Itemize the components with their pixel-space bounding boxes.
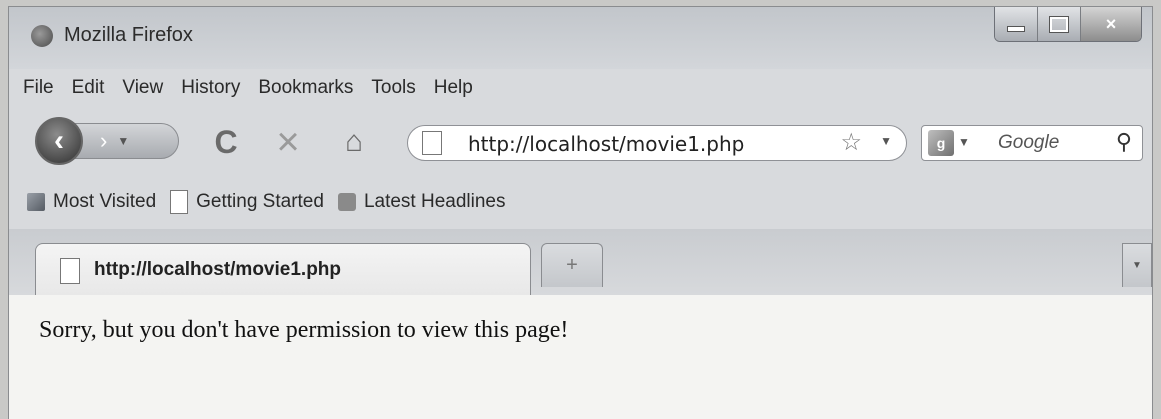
tab-title: http://localhost/movie1.php [94, 259, 342, 280]
search-icon[interactable]: ⚲ [1116, 129, 1132, 155]
maximize-icon [1049, 15, 1069, 33]
window-title: Mozilla Firefox [64, 24, 193, 46]
stop-icon: × [276, 119, 300, 164]
page-icon [60, 258, 80, 284]
bookmark-latest-headlines[interactable]: Latest Headlines [337, 191, 506, 213]
search-input[interactable]: Google [998, 132, 1059, 154]
home-icon: ⌂ [344, 125, 364, 158]
url-bar[interactable]: http://localhost/movie1.php ☆ ▼ [407, 125, 907, 161]
rss-feed-icon [337, 193, 356, 211]
most-visited-icon [27, 193, 45, 211]
menu-file[interactable]: File [23, 77, 54, 99]
url-input[interactable]: http://localhost/movie1.php [468, 132, 744, 156]
search-engine-dropdown-icon[interactable]: ▼ [958, 135, 970, 149]
menu-tools[interactable]: Tools [371, 77, 415, 99]
bookmark-label: Getting Started [196, 191, 324, 212]
menu-history[interactable]: History [181, 77, 240, 99]
chevron-down-icon: ▼ [1132, 260, 1142, 271]
page-content: Sorry, but you don't have permission to … [9, 295, 1152, 419]
home-button[interactable]: ⌂ [337, 125, 371, 159]
back-arrow-icon: ‹ [54, 124, 64, 157]
title-bar: Mozilla Firefox × [9, 7, 1152, 69]
plus-icon: + [566, 254, 578, 276]
bookmarks-toolbar: Most Visited Getting Started Latest Head… [9, 181, 1152, 223]
back-button[interactable]: ‹ [35, 117, 83, 165]
navigation-toolbar: › ▼ ‹ C × ⌂ http://localhost/movie1.php … [9, 107, 1152, 175]
menu-bookmarks[interactable]: Bookmarks [258, 77, 353, 99]
reload-icon: C [214, 123, 238, 160]
page-icon [170, 190, 189, 214]
new-tab-button[interactable]: + [541, 243, 603, 287]
forward-arrow-icon: › [100, 128, 108, 153]
bookmark-label: Most Visited [53, 191, 157, 212]
maximize-button[interactable] [1037, 7, 1080, 41]
firefox-logo-icon [31, 25, 53, 47]
menu-edit[interactable]: Edit [72, 77, 105, 99]
permission-message: Sorry, but you don't have permission to … [39, 317, 569, 343]
minimize-button[interactable] [995, 7, 1037, 41]
menu-bar: File Edit View History Bookmarks Tools H… [9, 71, 1152, 105]
tab-strip: http://localhost/movie1.php + ▼ [9, 229, 1152, 296]
bookmark-getting-started[interactable]: Getting Started [170, 190, 324, 214]
minimize-icon [1007, 26, 1025, 32]
page-icon [422, 131, 442, 155]
close-button[interactable]: × [1080, 7, 1141, 41]
close-icon: × [1105, 13, 1117, 34]
history-dropdown-icon[interactable]: ▼ [117, 134, 129, 148]
url-dropdown-icon[interactable]: ▼ [880, 134, 892, 148]
tab-active[interactable]: http://localhost/movie1.php [35, 243, 531, 295]
menu-view[interactable]: View [122, 77, 163, 99]
reload-button[interactable]: C [209, 123, 243, 160]
forward-button[interactable]: › ▼ [69, 123, 179, 159]
search-engine-icon[interactable]: g [928, 130, 954, 156]
bookmark-most-visited[interactable]: Most Visited [27, 191, 156, 213]
window-controls: × [994, 7, 1142, 42]
bookmark-star-icon[interactable]: ☆ [840, 128, 862, 157]
menu-help[interactable]: Help [434, 77, 473, 99]
search-bar[interactable]: g ▼ Google ⚲ [921, 125, 1143, 161]
browser-window: Mozilla Firefox × File Edit View History… [8, 6, 1153, 419]
list-all-tabs-button[interactable]: ▼ [1122, 243, 1152, 287]
bookmark-label: Latest Headlines [363, 191, 506, 212]
stop-button[interactable]: × [271, 120, 305, 164]
